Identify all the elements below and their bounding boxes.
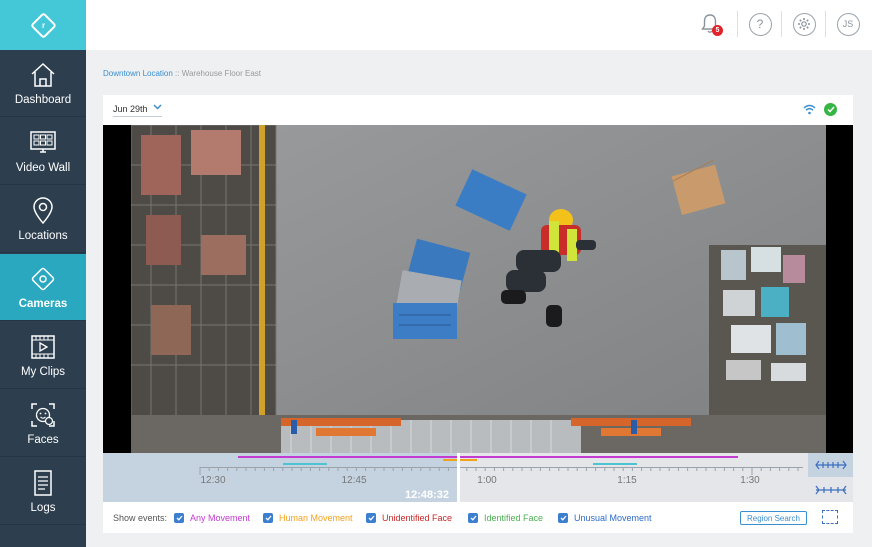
sidebar-item-locations[interactable]: Locations	[0, 186, 86, 253]
event-filters: Show events: Any Movement Human Movement…	[103, 506, 853, 530]
camera-diamond-icon	[28, 264, 58, 294]
filter-human-movement[interactable]: Human Movement	[263, 513, 353, 523]
checkbox-checked-icon[interactable]	[366, 513, 376, 523]
face-scan-icon	[28, 400, 58, 430]
sidebar-item-dashboard[interactable]: Dashboard	[0, 50, 86, 117]
sidebar-item-cameras[interactable]: Cameras	[0, 254, 86, 321]
checkbox-checked-icon[interactable]	[263, 513, 273, 523]
sidebar-item-my-clips[interactable]: My Clips	[0, 322, 86, 389]
gear-icon	[792, 12, 816, 36]
timeline-scrubber[interactable]: 12:30 12:45 1:00 1:15 1:30 12:48:32	[103, 453, 808, 502]
sidebar: r Dashboard Video Wall Locations Cameras…	[0, 0, 86, 547]
notifications-button[interactable]: 5	[698, 12, 723, 36]
event-any-movement[interactable]	[238, 456, 738, 458]
ruler-zoom-out-icon	[814, 460, 847, 470]
film-play-icon	[28, 332, 58, 362]
help-icon: ?	[748, 12, 772, 36]
event-identified-face[interactable]	[283, 463, 327, 465]
chevron-down-icon	[153, 104, 162, 110]
divider	[825, 11, 826, 37]
breadcrumb-camera: Warehouse Floor East	[181, 69, 262, 78]
timeline-tick-label: 12:30	[200, 475, 226, 486]
avatar: JS	[836, 12, 860, 36]
notification-count-badge: 5	[712, 25, 723, 36]
checkbox-checked-icon[interactable]	[174, 513, 184, 523]
filter-unidentified-face[interactable]: Unidentified Face	[366, 513, 452, 523]
grid-monitor-icon	[28, 128, 58, 158]
breadcrumb: Downtown Location :: Warehouse Floor Eas…	[103, 69, 261, 78]
zoom-in-button[interactable]	[808, 478, 853, 502]
timeline-tick-label: 1:30	[740, 475, 760, 486]
sidebar-item-label: My Clips	[20, 366, 66, 378]
zoom-out-button[interactable]	[808, 453, 853, 477]
sidebar-item-logs[interactable]: Logs	[0, 458, 86, 525]
event-identified-face[interactable]	[593, 463, 637, 465]
region-select-icon[interactable]	[822, 510, 838, 524]
sidebar-item-label: Logs	[30, 502, 56, 514]
sidebar-item-faces[interactable]: Faces	[0, 390, 86, 457]
date-dropdown[interactable]: Jun 29th	[113, 101, 162, 117]
camera-frame	[131, 125, 826, 453]
camera-status	[803, 103, 837, 116]
filter-unusual-movement[interactable]: Unusual Movement	[558, 513, 652, 523]
timeline-tick-label: 1:00	[477, 475, 497, 486]
sidebar-item-label: Faces	[27, 434, 59, 446]
sidebar-item-label: Video Wall	[15, 162, 71, 174]
top-bar: 5 ? JS	[86, 0, 872, 50]
breadcrumb-location-link[interactable]: Downtown Location	[103, 69, 173, 78]
sidebar-item-label: Cameras	[18, 298, 68, 310]
filter-identified-face[interactable]: Identified Face	[468, 513, 543, 523]
filter-any-movement[interactable]: Any Movement	[174, 513, 250, 523]
filter-label: Unusual Movement	[574, 513, 652, 523]
timeline-tick-label: 12:45	[341, 475, 367, 486]
warehouse-scene-image	[131, 125, 826, 453]
filter-label: Unidentified Face	[382, 513, 453, 523]
sidebar-item-label: Locations	[18, 230, 68, 242]
camera-player-panel: Jun 29th 12:30 12:45 1:00 1:15 1:30 12:4…	[103, 95, 853, 533]
timeline-ticks	[199, 467, 803, 475]
video-feed[interactable]	[103, 125, 853, 453]
current-time: 12:48:32	[404, 489, 449, 501]
timeline-playhead[interactable]	[457, 453, 460, 502]
checkbox-checked-icon[interactable]	[558, 513, 568, 523]
breadcrumb-separator: ::	[172, 69, 182, 78]
timeline-zoom-controls	[808, 453, 853, 502]
settings-button[interactable]	[792, 12, 816, 36]
check-circle-icon	[824, 103, 837, 116]
event-human-movement[interactable]	[443, 459, 477, 461]
help-button[interactable]: ?	[748, 12, 772, 36]
sidebar-item-label: Dashboard	[14, 94, 72, 106]
ruler-zoom-in-icon	[815, 485, 846, 495]
filters-label: Show events:	[113, 513, 168, 523]
logo[interactable]: r	[0, 0, 86, 50]
user-menu-button[interactable]: JS	[836, 12, 860, 36]
wifi-icon	[803, 104, 816, 115]
logo-diamond-icon: r	[29, 11, 57, 39]
map-pin-icon	[28, 196, 58, 226]
house-icon	[28, 60, 58, 90]
checkbox-checked-icon[interactable]	[468, 513, 478, 523]
divider	[781, 11, 782, 37]
region-search-button[interactable]: Region Search	[740, 511, 807, 525]
date-value: Jun 29th	[113, 103, 148, 114]
filter-label: Any Movement	[190, 513, 251, 523]
document-icon	[28, 468, 58, 498]
divider	[737, 11, 738, 37]
timeline-tick-label: 1:15	[617, 475, 637, 486]
sidebar-item-video-wall[interactable]: Video Wall	[0, 118, 86, 185]
filter-label: Human Movement	[279, 513, 353, 523]
filter-label: Identified Face	[484, 513, 544, 523]
